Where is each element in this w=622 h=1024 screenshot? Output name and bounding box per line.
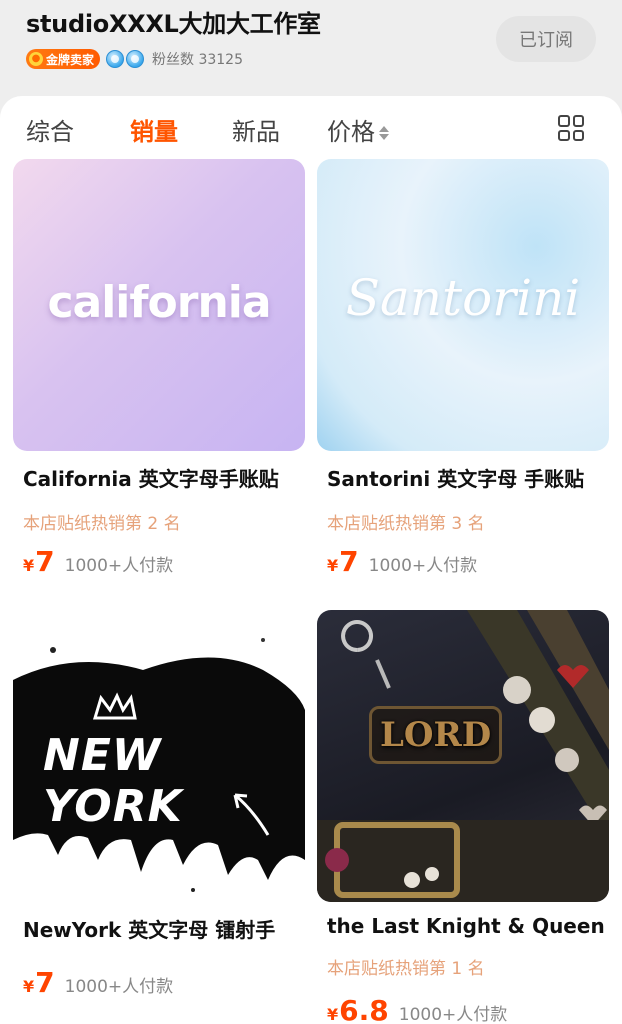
subscribe-button[interactable]: 已订阅	[496, 16, 596, 62]
gold-seller-badge: ● 金牌卖家	[26, 49, 101, 69]
price: 7	[339, 545, 359, 578]
product-image[interactable]: california	[13, 159, 305, 451]
currency-symbol: ¥	[23, 556, 35, 575]
coin-icon: ●	[29, 52, 43, 66]
product-image[interactable]: LORD	[317, 610, 609, 902]
sales-count: 1000+人付款	[64, 556, 174, 576]
sales-rank: 本店贴纸热销第 1 名	[327, 959, 485, 979]
currency-symbol: ¥	[327, 1005, 339, 1024]
product-image-text: california	[47, 277, 271, 328]
shop-badges: ● 金牌卖家 粉丝数 33125	[26, 48, 243, 70]
product-title[interactable]: NewYork 英文字母 镭射手	[23, 914, 305, 943]
sales-rank: 本店贴纸热销第 2 名	[23, 514, 181, 534]
product-image[interactable]: NEW YORK	[13, 610, 305, 902]
product-title[interactable]: the Last Knight & Queen	[327, 914, 609, 938]
price: 7	[35, 545, 55, 578]
currency-symbol: ¥	[327, 556, 339, 575]
tab-new[interactable]: 新品	[232, 112, 280, 147]
price-row: ¥ 7 1000+人付款	[23, 545, 173, 578]
gold-seller-label: 金牌卖家	[46, 52, 95, 67]
sales-rank: 本店贴纸热销第 3 名	[327, 514, 485, 534]
sort-arrows-icon	[379, 124, 389, 142]
fans-count: 粉丝数 33125	[152, 52, 244, 68]
sales-count: 1000+人付款	[398, 1005, 508, 1024]
price-row: ¥ 6.8 1000+人付款	[327, 994, 507, 1024]
product-card[interactable]: california California 英文字母手账贴 本店贴纸热销第 2 …	[13, 159, 305, 578]
crown-icon	[106, 50, 125, 68]
filter-bar: 综合 销量 新品 价格	[0, 96, 622, 158]
product-card[interactable]: LORD the Last Knight & Queen 本店贴纸热销第 1 名…	[317, 610, 609, 1024]
shop-level-icons	[106, 50, 146, 68]
price: 6.8	[339, 994, 389, 1024]
product-title[interactable]: California 英文字母手账贴	[23, 463, 305, 492]
product-card[interactable]: NEW YORK NewYork 英文字母 镭射手 ¥ 7 1000+人付款	[13, 610, 305, 1010]
product-title[interactable]: Santorini 英文字母 手账贴	[327, 463, 609, 492]
shop-header: studioXXXL大加大工作室 ● 金牌卖家 粉丝数 33125 已订阅	[10, 0, 612, 89]
crown-icon	[126, 50, 145, 68]
product-image[interactable]: Santorini	[317, 159, 609, 451]
tab-price-label: 价格	[327, 118, 375, 146]
sales-count: 1000+人付款	[368, 556, 478, 576]
product-image-text: NEW YORK	[43, 730, 183, 832]
price-row: ¥ 7 1000+人付款	[327, 545, 477, 578]
sales-count: 1000+人付款	[64, 977, 174, 997]
price-row: ¥ 7 1000+人付款	[23, 966, 173, 999]
currency-symbol: ¥	[23, 977, 35, 996]
tab-comprehensive[interactable]: 综合	[26, 112, 74, 147]
product-image-text: Santorini	[345, 269, 581, 327]
product-image-text: LORD	[369, 706, 503, 764]
product-card[interactable]: Santorini Santorini 英文字母 手账贴 本店贴纸热销第 3 名…	[317, 159, 609, 578]
product-panel: 综合 销量 新品 价格 california California 英文字母手账…	[0, 96, 622, 1024]
price: 7	[35, 966, 55, 999]
grid-view-icon[interactable]	[558, 115, 584, 141]
shop-name[interactable]: studioXXXL大加大工作室	[26, 4, 321, 39]
tab-sales[interactable]: 销量	[130, 112, 178, 147]
tab-price[interactable]: 价格	[327, 112, 389, 147]
